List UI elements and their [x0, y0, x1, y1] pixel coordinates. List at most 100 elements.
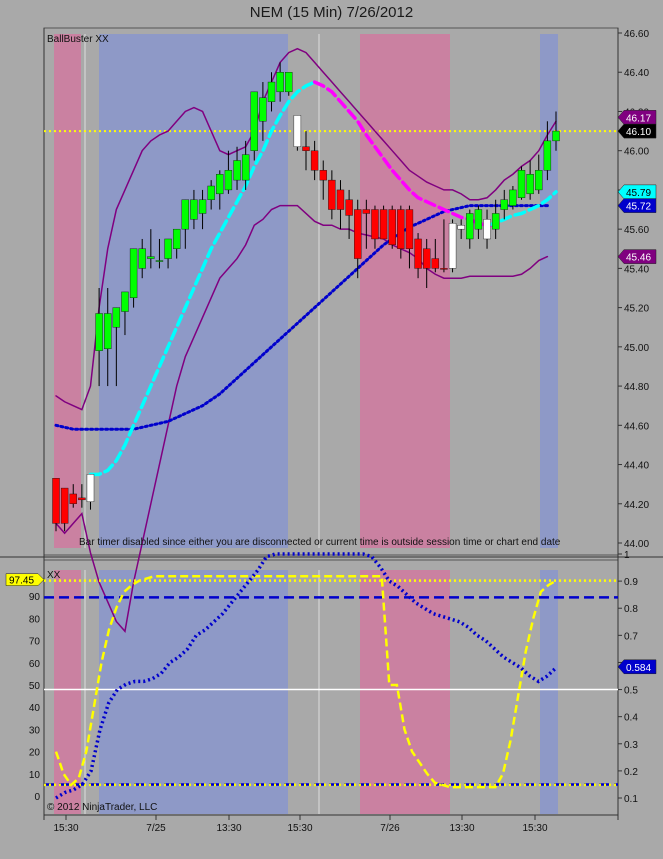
candle-body: [86, 474, 95, 503]
candle-body: [129, 248, 138, 299]
candle-body: [181, 199, 190, 230]
candle-body: [190, 199, 198, 220]
price-indicator-label: BallBuster XX: [47, 34, 109, 45]
candle-body: [293, 115, 302, 147]
candle-body: [207, 185, 215, 200]
x-tick-label: 15:30: [522, 823, 547, 834]
candle-body: [60, 487, 69, 524]
candle-body: [216, 174, 224, 195]
candle-body: [302, 146, 310, 151]
candle-body: [440, 268, 448, 270]
osc-left-tick: 50: [29, 681, 41, 692]
candle-body: [500, 199, 508, 210]
candle-body: [491, 213, 500, 230]
candle-body: [138, 248, 146, 269]
osc-right-tick: 0.1: [624, 794, 638, 805]
candle-body: [319, 170, 327, 181]
price-tick-label: 45.60: [624, 225, 649, 236]
candle-body: [397, 209, 405, 249]
candle-body: [155, 260, 164, 262]
candle-body: [448, 223, 457, 269]
chart-canvas[interactable]: 46.6046.4046.2046.0045.8045.6045.4045.20…: [0, 0, 663, 859]
candle-body: [483, 219, 491, 240]
candle-body: [224, 170, 233, 191]
candle-body: [95, 313, 103, 351]
osc-session-zone: [99, 570, 288, 814]
candle-body: [345, 199, 353, 216]
candle-body: [276, 72, 284, 93]
osc-left-tick: 70: [29, 637, 41, 648]
candle-body: [121, 291, 129, 312]
candle-body: [509, 189, 517, 206]
candle-body: [543, 140, 552, 171]
candle-body: [362, 209, 371, 214]
candle-body: [526, 174, 534, 195]
candle-body: [371, 209, 379, 240]
candle-body: [285, 72, 293, 93]
price-tick-label: 44.00: [624, 539, 649, 550]
osc-right-tick: 0.8: [624, 604, 638, 615]
osc-left-tick: 10: [29, 770, 41, 781]
price-tick-label: 44.40: [624, 461, 649, 472]
candle-body: [112, 307, 121, 328]
osc-left-tick: 80: [29, 614, 41, 625]
candle-body: [457, 225, 465, 230]
price-marker-label: 45.72: [626, 202, 651, 213]
osc-right-tick: 0.7: [624, 631, 638, 642]
osc-left-tick: 90: [29, 592, 41, 603]
candle-body: [198, 199, 207, 214]
candle-body: [354, 209, 362, 259]
session-zone: [54, 34, 81, 548]
price-tick-label: 44.60: [624, 421, 649, 432]
candle-body: [69, 493, 77, 504]
price-marker-label: 45.46: [626, 253, 651, 264]
osc-session-zone: [540, 570, 558, 814]
candle-body: [517, 170, 526, 198]
candle-body: [78, 497, 86, 501]
price-marker-label: 46.10: [626, 127, 651, 138]
osc-right-tick: 0.5: [624, 686, 638, 697]
osc-right-marker-label: 0.584: [626, 663, 651, 674]
candle-body: [379, 209, 388, 240]
osc-indicator-label: XX: [47, 570, 61, 581]
candle-body: [241, 154, 250, 181]
x-tick-label: 15:30: [53, 823, 78, 834]
x-tick-label: 15:30: [287, 823, 312, 834]
candle-body: [233, 160, 241, 181]
osc-right-tick: 0.9: [624, 577, 638, 588]
osc-right-tick: 0.3: [624, 740, 638, 751]
price-tick-label: 45.00: [624, 343, 649, 354]
osc-right-tick: 0.2: [624, 767, 638, 778]
osc-session-zone: [360, 570, 450, 814]
price-tick-label: 44.20: [624, 500, 649, 511]
candle-body: [259, 97, 267, 122]
candle-body: [431, 258, 440, 269]
price-tick-label: 44.80: [624, 382, 649, 393]
candle-body: [147, 256, 155, 259]
price-tick-label: 46.00: [624, 147, 649, 158]
candle-body: [422, 248, 431, 269]
candle-body: [552, 130, 560, 142]
osc-left-tick: 60: [29, 659, 41, 670]
candle-body: [328, 179, 336, 210]
candle-body: [535, 170, 543, 191]
x-tick-label: 7/26: [380, 823, 400, 834]
candle-body: [388, 209, 396, 246]
price-tick-label: 45.20: [624, 304, 649, 315]
candle-body: [267, 81, 276, 102]
candle-body: [310, 150, 319, 171]
candle-body: [250, 91, 258, 151]
osc-left-tick: 20: [29, 748, 41, 759]
price-tick-label: 45.40: [624, 264, 649, 275]
osc-left-marker-label: 97.45: [9, 576, 34, 587]
candle-body: [414, 238, 422, 269]
candle-body: [52, 478, 60, 524]
osc-right-tick: 0.4: [624, 713, 638, 724]
candle-body: [104, 313, 112, 350]
price-tick-label: 46.40: [624, 68, 649, 79]
x-tick-label: 13:30: [216, 823, 241, 834]
osc-left-tick: 30: [29, 725, 41, 736]
candle-body: [466, 213, 474, 240]
candle-body: [336, 189, 345, 210]
price-tick-label: 46.60: [624, 29, 649, 40]
